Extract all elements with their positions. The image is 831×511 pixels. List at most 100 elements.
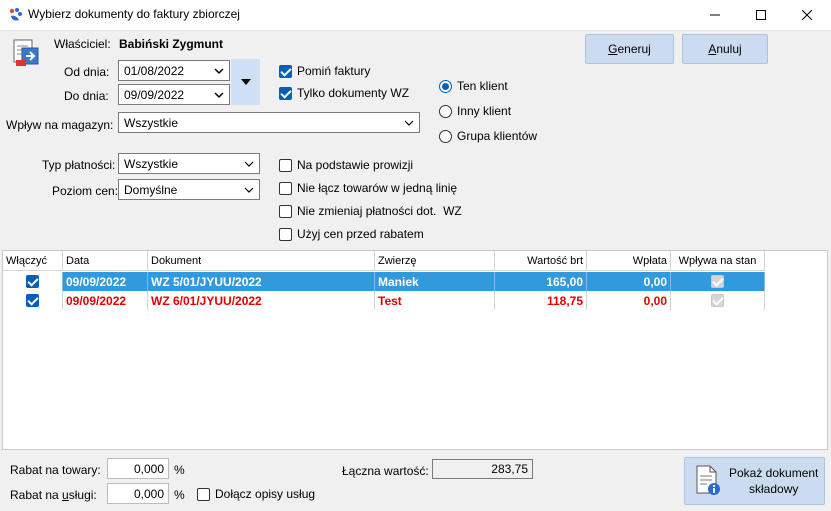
commission-checkbox[interactable] — [279, 158, 292, 172]
no-change-payment-checkbox[interactable] — [279, 204, 292, 218]
radio-this-client[interactable]: Ten klient — [439, 79, 508, 93]
header-affects-stock[interactable]: Wpływa na stan — [671, 251, 765, 271]
value-cell: 165,00 — [495, 272, 587, 291]
table-row[interactable]: 09/09/2022 WZ 6/01/JYUU/2022 Test 118,75… — [3, 291, 765, 310]
only-wz-option[interactable]: Tylko dokumenty WZ — [279, 86, 409, 100]
discount-services-input[interactable]: 0,000 — [107, 483, 169, 504]
no-merge-checkbox[interactable] — [279, 181, 292, 195]
payment-type-label: Typ płatności: — [42, 158, 116, 172]
owner-label: Właściciel: — [54, 37, 111, 51]
payment-type-select[interactable]: Wszystkie — [118, 153, 260, 174]
maximize-button[interactable] — [738, 0, 784, 30]
pre-discount-checkbox[interactable] — [279, 227, 292, 241]
radio-client-group[interactable]: Grupa klientów — [439, 129, 537, 143]
affects-stock-checkbox — [711, 275, 724, 288]
chevron-down-icon — [244, 187, 254, 193]
other-client-radio[interactable] — [439, 104, 452, 118]
minimize-button[interactable] — [692, 0, 738, 30]
header-animal[interactable]: Zwierzę — [375, 251, 495, 271]
show-component-document-label: Pokaż dokument składowy — [729, 466, 819, 496]
only-wz-label: Tylko dokumenty WZ — [297, 86, 410, 100]
skip-invoices-option[interactable]: Pomiń faktury — [279, 64, 370, 78]
discount-services-label: Rabat na usługi: — [10, 488, 97, 502]
discount-goods-label: Rabat na towary: — [10, 463, 101, 477]
date-from-input[interactable]: 01/08/2022 — [118, 60, 230, 81]
client-group-radio[interactable] — [439, 129, 452, 143]
client-group-label: Grupa klientów — [457, 129, 538, 143]
caret-down-icon — [240, 79, 251, 85]
generate-label: Generuj — [608, 42, 651, 56]
header-date[interactable]: Data — [63, 251, 148, 271]
this-client-radio[interactable] — [439, 79, 452, 93]
attach-descriptions-checkbox[interactable] — [197, 487, 210, 501]
date-to-input[interactable]: 09/09/2022 — [118, 84, 230, 105]
header-document[interactable]: Dokument — [148, 251, 375, 271]
value-cell: 118,75 — [495, 291, 587, 310]
discount-services-value: 0,000 — [133, 486, 164, 501]
include-checkbox[interactable] — [26, 275, 39, 288]
affects-stock-cell — [671, 291, 765, 310]
price-level-select[interactable]: Domyślne — [118, 179, 260, 200]
app-icon — [9, 8, 22, 21]
date-cell: 09/09/2022 — [63, 272, 148, 291]
close-button[interactable] — [784, 0, 830, 30]
warehouse-select[interactable]: Wszystkie — [118, 112, 420, 133]
document-cell: WZ 5/01/JYUU/2022 — [148, 272, 375, 291]
cancel-label: Anuluj — [708, 42, 742, 56]
no-merge-label: Nie łącz towarów w jedną linię — [297, 181, 458, 195]
header-include[interactable]: Włączyć — [3, 251, 63, 271]
cancel-button[interactable]: Anuluj — [682, 34, 768, 64]
total-value-box: 283,75 — [432, 459, 533, 479]
table-row[interactable]: 09/09/2022 WZ 5/01/JYUU/2022 Maniek 165,… — [3, 272, 765, 291]
header-value[interactable]: Wartość brt — [495, 251, 587, 271]
date-to-value: 09/09/2022 — [124, 87, 185, 102]
document-info-icon — [696, 465, 720, 495]
pre-discount-option[interactable]: Użyj cen przed rabatem — [279, 227, 424, 241]
table-header: Włączyć Data Dokument Zwierzę Wartość br… — [3, 251, 765, 271]
affects-stock-cell — [671, 272, 765, 291]
minimize-icon — [710, 14, 720, 16]
no-change-payment-label: Nie zmieniaj płatności dot. WZ — [297, 204, 462, 218]
this-client-label: Ten klient — [457, 79, 508, 93]
include-cell[interactable] — [3, 291, 63, 310]
animal-cell: Test — [375, 291, 495, 310]
generate-button[interactable]: Generuj — [585, 34, 674, 64]
warehouse-value: Wszystkie — [124, 115, 178, 130]
include-checkbox[interactable] — [26, 294, 39, 307]
chevron-down-icon — [404, 120, 414, 126]
attach-descriptions-option[interactable]: Dołącz opisy usług — [197, 487, 315, 501]
include-cell[interactable] — [3, 272, 63, 291]
payment-type-value: Wszystkie — [124, 156, 178, 171]
document-cell: WZ 6/01/JYUU/2022 — [148, 291, 375, 310]
chevron-down-icon — [214, 92, 224, 99]
date-to-label: Do dnia: — [64, 89, 109, 103]
no-merge-option[interactable]: Nie łącz towarów w jedną linię — [279, 181, 457, 195]
chevron-down-icon — [244, 161, 254, 167]
date-from-label: Od dnia: — [64, 65, 110, 79]
discount-services-percent: % — [174, 488, 185, 502]
show-component-document-button[interactable]: Pokaż dokument składowy — [684, 457, 825, 505]
skip-invoices-checkbox[interactable] — [279, 64, 292, 78]
date-cell: 09/09/2022 — [63, 291, 148, 310]
date-from-value: 01/08/2022 — [124, 63, 185, 78]
discount-goods-percent: % — [174, 463, 185, 477]
discount-goods-value: 0,000 — [133, 461, 164, 476]
owner-name: Babiński Zygmunt — [119, 37, 224, 51]
price-level-value: Domyślne — [124, 182, 178, 197]
commission-label: Na podstawie prowizji — [297, 158, 414, 172]
discount-goods-input[interactable]: 0,000 — [107, 458, 169, 479]
total-label: Łączna wartość: — [342, 464, 429, 478]
no-change-payment-option[interactable]: Nie zmieniaj płatności dot. WZ — [279, 204, 462, 218]
skip-invoices-label: Pomiń faktury — [297, 64, 371, 78]
date-range-dropdown-button[interactable] — [231, 59, 260, 105]
warehouse-label: Wpływ na magazyn: — [6, 118, 114, 132]
price-level-label: Poziom cen: — [52, 184, 119, 198]
commission-option[interactable]: Na podstawie prowizji — [279, 158, 413, 172]
document-owner-icon — [13, 39, 39, 66]
only-wz-checkbox[interactable] — [279, 86, 292, 100]
total-value: 283,75 — [491, 462, 528, 476]
radio-other-client[interactable]: Inny klient — [439, 104, 511, 118]
attach-descriptions-label: Dołącz opisy usług — [215, 487, 316, 501]
header-payment[interactable]: Wpłata — [587, 251, 671, 271]
documents-table: Włączyć Data Dokument Zwierzę Wartość br… — [2, 250, 828, 450]
